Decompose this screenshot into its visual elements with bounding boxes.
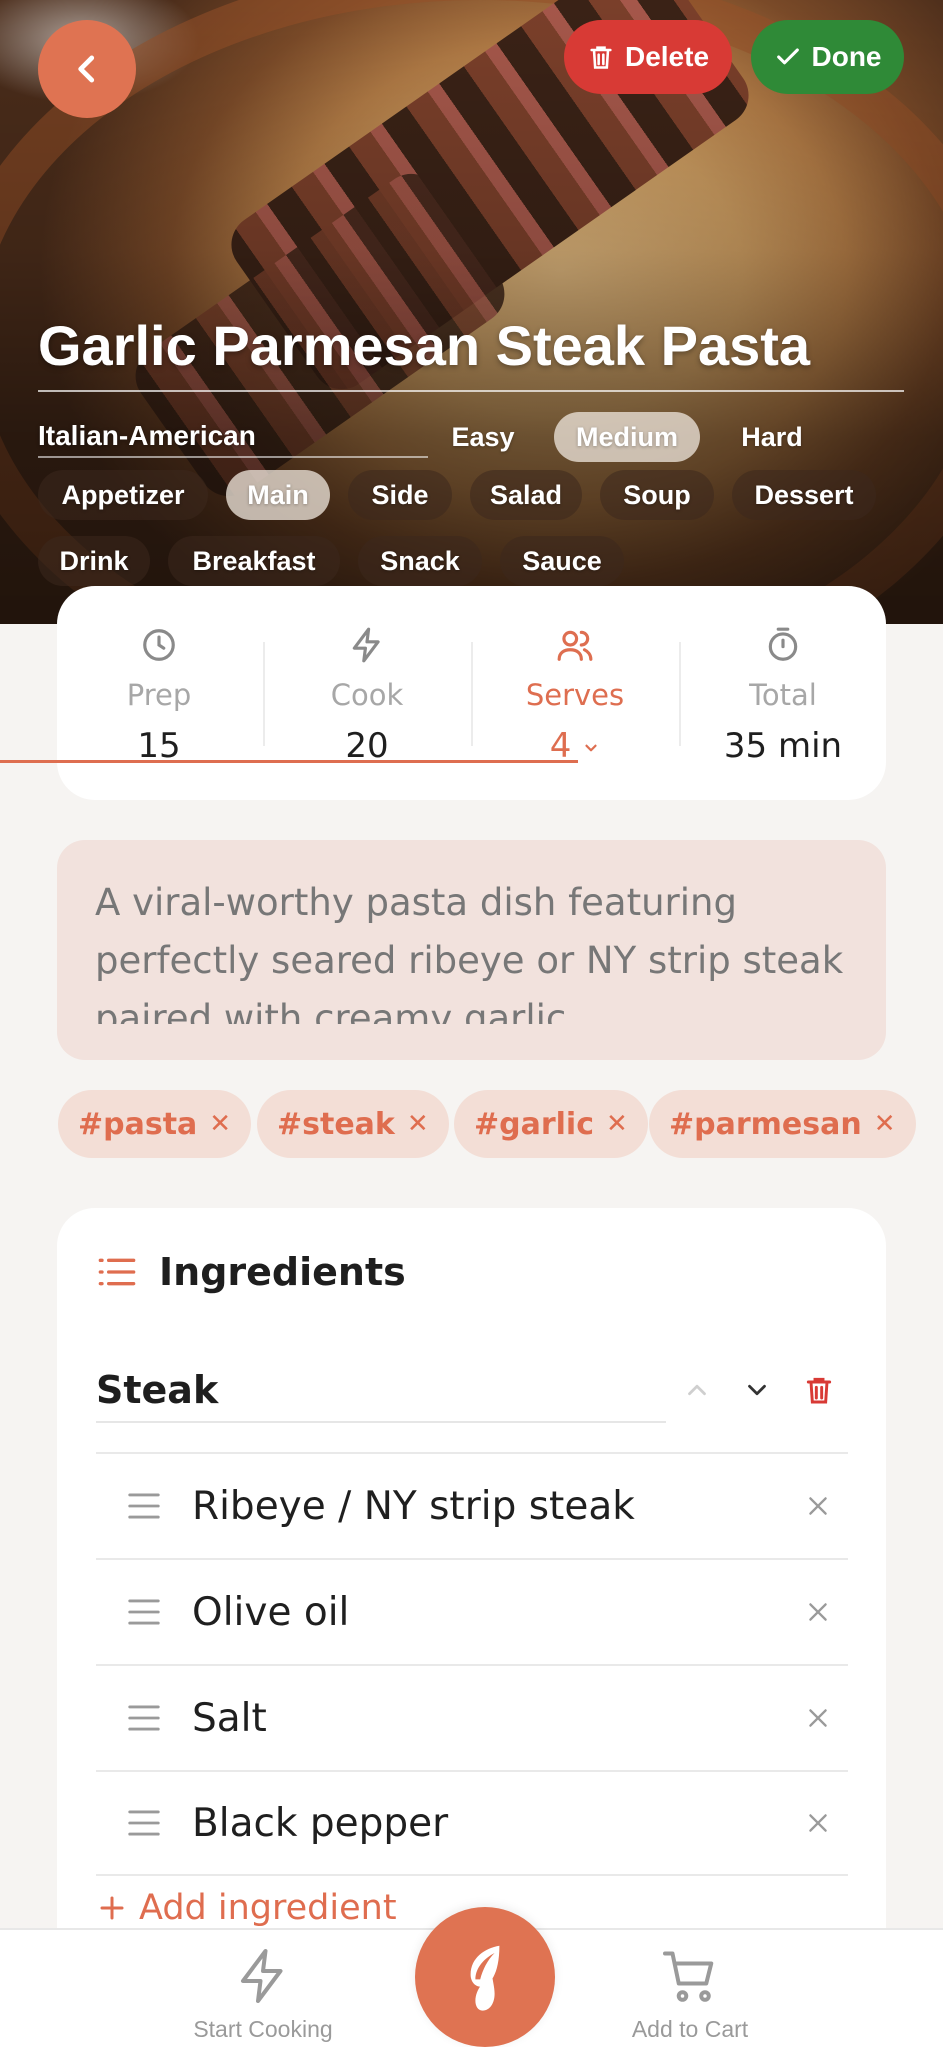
tag-label: #parmesan <box>669 1106 862 1142</box>
chevron-up-icon <box>688 1384 706 1396</box>
serves-label: Serves <box>525 678 625 712</box>
category-chip-breakfast[interactable]: Breakfast <box>168 536 340 586</box>
prep-label: Prep <box>126 678 192 712</box>
back-button[interactable] <box>38 20 136 118</box>
delete-button[interactable]: Delete <box>564 20 732 94</box>
time-stats-card: Prep 15 Cook 20 Serves 4 Total 35 min <box>57 586 886 800</box>
add-to-cart-button[interactable]: Add to Cart <box>590 1946 790 2043</box>
remove-ingredient-button[interactable] <box>788 1810 848 1836</box>
total-stat: Total 35 min <box>708 626 858 766</box>
total-value: 35 min <box>723 726 843 766</box>
ingredient-row: Salt <box>96 1664 848 1770</box>
lightning-icon <box>352 627 380 663</box>
difficulty-chip-easy[interactable]: Easy <box>430 412 536 462</box>
delete-group-button[interactable] <box>797 1368 841 1412</box>
tag-label: #steak <box>277 1106 395 1142</box>
ingredient-name-input[interactable]: Olive oil <box>192 1590 788 1635</box>
tag-chip[interactable]: #garlic ✕ <box>454 1090 648 1158</box>
remove-ingredient-button[interactable] <box>788 1705 848 1731</box>
remove-tag-icon[interactable]: ✕ <box>209 1109 231 1139</box>
prep-stat[interactable]: Prep 15 <box>84 626 234 766</box>
remove-tag-icon[interactable]: ✕ <box>874 1109 896 1139</box>
start-cooking-label: Start Cooking <box>193 2016 333 2042</box>
remove-tag-icon[interactable]: ✕ <box>606 1109 628 1139</box>
trash-icon <box>806 1377 832 1404</box>
add-ingredient-label: Add ingredient <box>139 1888 397 1928</box>
app-home-fab[interactable] <box>415 1907 555 2047</box>
category-chip-dessert[interactable]: Dessert <box>732 470 876 520</box>
description-textarea[interactable]: A viral-worthy pasta dish featuring perf… <box>57 840 886 1060</box>
tag-chip[interactable]: #parmesan ✕ <box>649 1090 916 1158</box>
recipe-title-input[interactable]: Garlic Parmesan Steak Pasta <box>38 312 904 392</box>
ingredient-name-input[interactable]: Salt <box>192 1696 788 1741</box>
users-icon <box>557 630 593 661</box>
done-button[interactable]: Done <box>751 20 904 94</box>
add-ingredient-button[interactable]: Add ingredient <box>97 1888 397 1928</box>
ingredient-name-input[interactable]: Black pepper <box>192 1801 788 1846</box>
stat-divider <box>471 642 473 746</box>
close-icon <box>809 1603 827 1621</box>
category-chip-sauce[interactable]: Sauce <box>500 536 624 586</box>
close-icon <box>809 1709 827 1727</box>
category-chip-snack[interactable]: Snack <box>358 536 482 586</box>
description-text: A viral-worthy pasta dish featuring perf… <box>95 881 844 1024</box>
ingredient-row: Olive oil <box>96 1558 848 1664</box>
cart-icon <box>663 1951 714 2002</box>
lightning-icon <box>241 1949 283 2003</box>
start-cooking-button[interactable]: Start Cooking <box>163 1946 363 2043</box>
delete-button-label: Delete <box>624 41 710 72</box>
list-icon <box>98 1258 136 1286</box>
ingredients-heading: Ingredients <box>159 1250 406 1294</box>
category-chip-salad[interactable]: Salad <box>470 470 582 520</box>
ingredient-row: Black pepper <box>96 1770 848 1876</box>
done-button-label: Done <box>811 41 882 72</box>
add-to-cart-label: Add to Cart <box>631 2016 749 2042</box>
focus-underline <box>0 760 578 763</box>
ingredient-row: Ribeye / NY strip steak <box>96 1452 848 1558</box>
tag-label: #pasta <box>78 1106 198 1142</box>
close-icon <box>809 1814 827 1832</box>
category-chip-appetizer[interactable]: Appetizer <box>38 470 208 520</box>
drag-handle-icon[interactable] <box>96 1597 192 1627</box>
category-chip-drink[interactable]: Drink <box>38 536 150 586</box>
stat-divider <box>263 642 265 746</box>
chevron-down-icon <box>748 1384 766 1396</box>
cook-stat[interactable]: Cook 20 <box>292 626 442 766</box>
cook-label: Cook <box>330 678 404 712</box>
chevron-down-icon <box>585 744 597 751</box>
chevron-left-icon <box>78 55 95 83</box>
trash-icon <box>590 46 612 69</box>
move-group-up-button[interactable] <box>675 1368 719 1412</box>
stat-divider <box>679 642 681 746</box>
drag-handle-icon[interactable] <box>96 1703 192 1733</box>
ingredient-group-name-input[interactable]: Steak <box>96 1363 666 1423</box>
checkmark-icon <box>776 48 799 65</box>
total-label: Total <box>749 678 817 712</box>
category-chip-side[interactable]: Side <box>348 470 452 520</box>
move-group-down-button[interactable] <box>735 1368 779 1412</box>
leaf-logo-icon <box>470 1945 500 2011</box>
drag-handle-icon[interactable] <box>96 1808 192 1838</box>
difficulty-chip-medium[interactable]: Medium <box>554 412 700 462</box>
difficulty-chip-hard[interactable]: Hard <box>718 412 826 462</box>
tag-label: #garlic <box>474 1106 594 1142</box>
tag-chip[interactable]: #steak ✕ <box>257 1090 449 1158</box>
remove-tag-icon[interactable]: ✕ <box>407 1109 429 1139</box>
remove-ingredient-button[interactable] <box>788 1599 848 1625</box>
plus-icon <box>100 1896 124 1920</box>
stopwatch-icon <box>768 627 798 661</box>
close-icon <box>809 1497 827 1515</box>
drag-handle-icon[interactable] <box>96 1491 192 1521</box>
remove-ingredient-button[interactable] <box>788 1493 848 1519</box>
ingredients-header: Ingredients <box>97 1250 406 1294</box>
cuisine-input[interactable]: Italian-American <box>38 418 428 458</box>
ingredient-name-input[interactable]: Ribeye / NY strip steak <box>192 1484 788 1529</box>
category-chip-main[interactable]: Main <box>226 470 330 520</box>
serves-stat[interactable]: Serves 4 <box>500 626 650 766</box>
tag-chip[interactable]: #pasta ✕ <box>58 1090 252 1158</box>
category-chip-soup[interactable]: Soup <box>600 470 714 520</box>
clock-icon <box>143 629 175 661</box>
